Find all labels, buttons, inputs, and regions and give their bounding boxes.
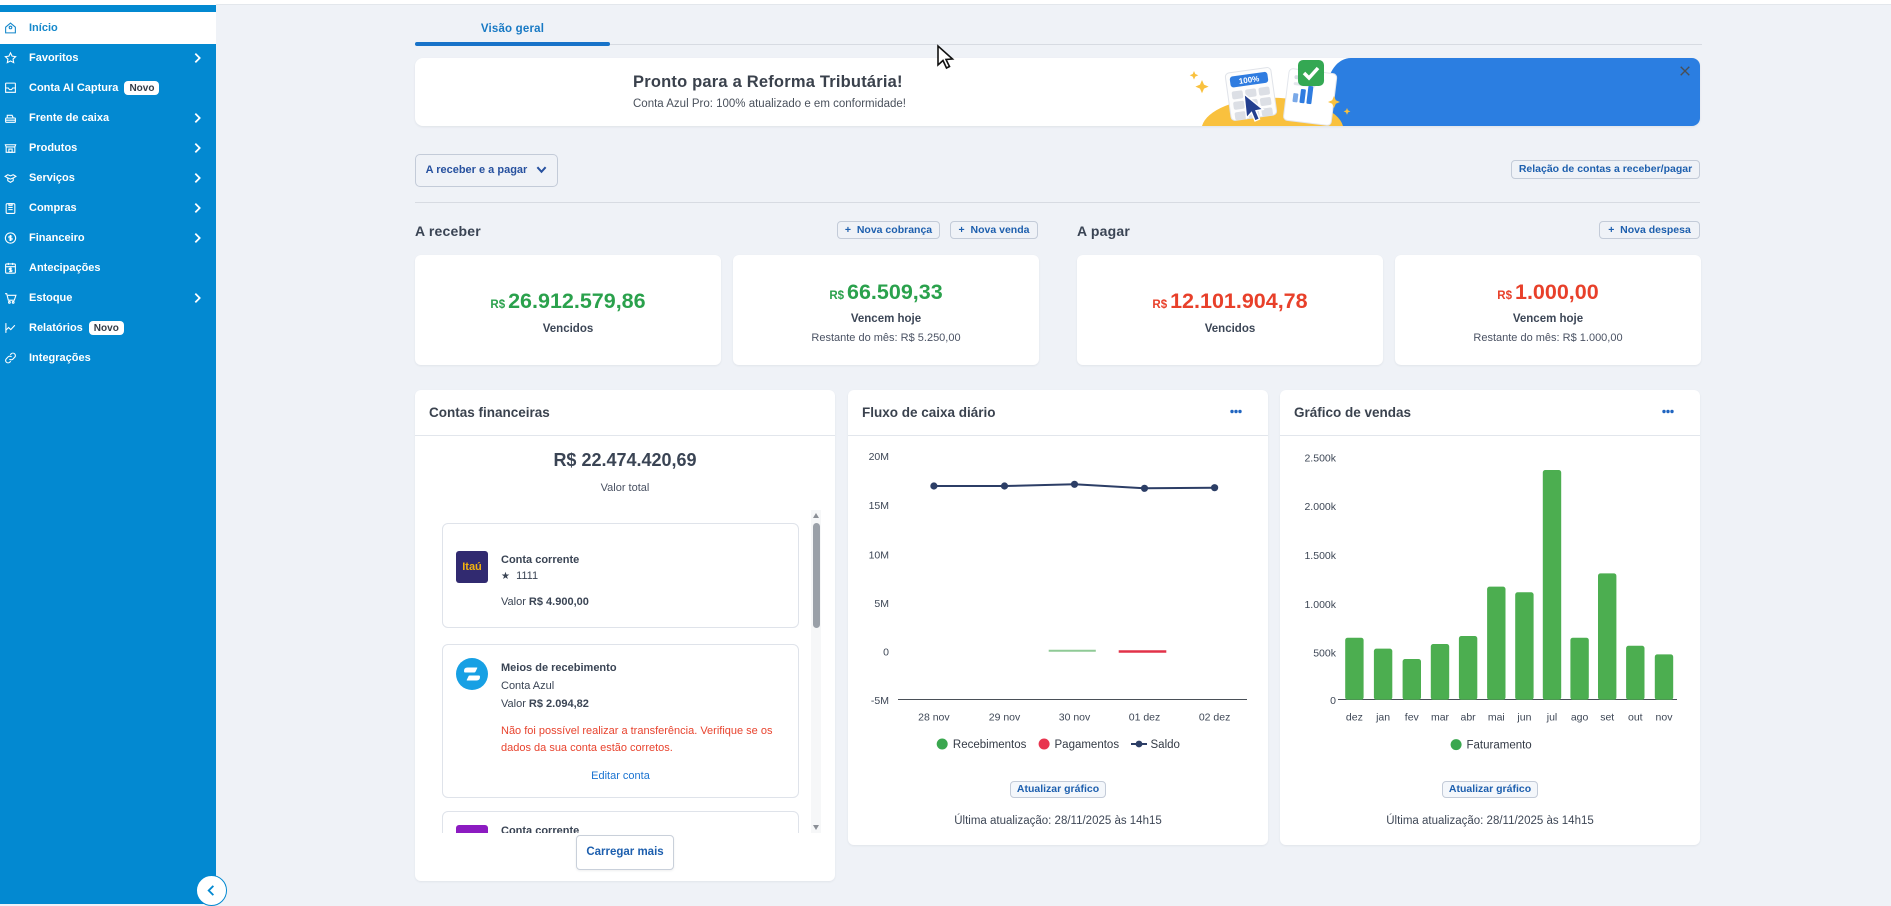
svg-text:out: out [1628,712,1643,724]
svg-text:abr: abr [1461,712,1477,724]
svg-text:30 nov: 30 nov [1059,712,1091,724]
svg-text:5M: 5M [874,598,889,610]
svg-text:-5M: -5M [871,695,889,707]
svg-text:29 nov: 29 nov [989,712,1021,724]
svg-text:1.000k: 1.000k [1304,599,1336,611]
svg-text:20M: 20M [869,451,889,463]
svg-text:28 nov: 28 nov [918,712,950,724]
svg-text:jul: jul [1546,712,1558,724]
svg-text:1.500k: 1.500k [1304,550,1336,562]
svg-text:jun: jun [1516,712,1531,724]
svg-text:Recebimentos: Recebimentos [953,739,1027,751]
svg-text:ago: ago [1571,712,1589,724]
svg-text:10M: 10M [869,549,889,561]
svg-text:mar: mar [1431,712,1450,724]
svg-text:fev: fev [1405,712,1420,724]
svg-text:01 dez: 01 dez [1129,712,1161,724]
svg-text:0: 0 [1330,695,1336,707]
svg-text:set: set [1600,712,1614,724]
svg-text:15M: 15M [869,500,889,512]
svg-text:500k: 500k [1313,648,1337,660]
svg-text:mai: mai [1488,712,1505,724]
svg-text:Saldo: Saldo [1151,739,1180,751]
svg-text:0: 0 [883,646,889,658]
svg-text:dez: dez [1346,712,1363,724]
svg-text:02 dez: 02 dez [1199,712,1231,724]
svg-text:Faturamento: Faturamento [1467,740,1532,752]
svg-text:Pagamentos: Pagamentos [1055,739,1120,751]
svg-text:2.000k: 2.000k [1304,501,1336,513]
svg-text:jan: jan [1375,712,1390,724]
svg-text:nov: nov [1656,712,1674,724]
svg-text:2.500k: 2.500k [1304,452,1336,464]
